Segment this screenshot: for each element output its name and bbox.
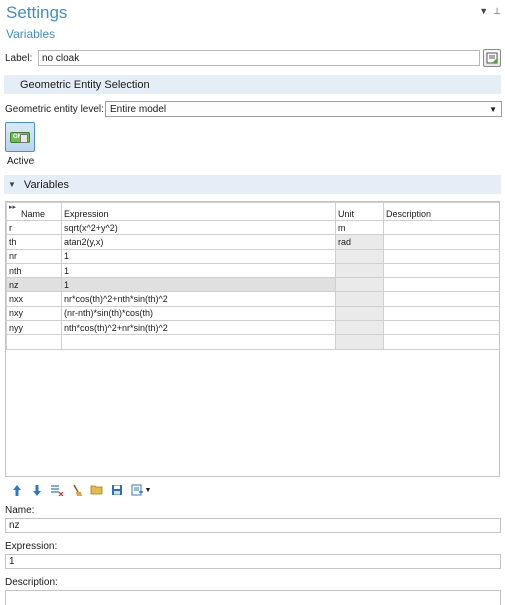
cell-unit (335, 248, 384, 264)
geometric-level-row: Geometric entity level: Entire model ▼ (5, 101, 502, 117)
expression-field-label: Expression: (5, 541, 58, 552)
clear-table-icon[interactable] (70, 483, 84, 497)
open-folder-icon[interactable] (90, 483, 104, 497)
table-row[interactable]: nxx nr*cos(th)^2+nth*sin(th)^2 (6, 291, 499, 307)
cell-unit: m (335, 219, 384, 236)
cell-name[interactable]: nz (6, 277, 62, 293)
cell-expression[interactable]: nr*cos(th)^2+nth*sin(th)^2 (61, 291, 336, 307)
variables-table: ▸▸ Name Expression Unit Description r sq… (5, 201, 500, 477)
label-row: Label: (5, 50, 480, 66)
cell-description[interactable] (383, 320, 499, 336)
cell-name[interactable]: nyy (6, 320, 62, 336)
edit-label-icon (486, 52, 498, 64)
cell-name[interactable]: nxy (6, 305, 62, 322)
cell-unit (335, 277, 384, 293)
cell-name[interactable]: nth (6, 262, 62, 279)
cell-expression[interactable]: atan2(y,x) (61, 234, 336, 250)
table-row[interactable]: r sqrt(x^2+y^2) m (6, 219, 499, 236)
geometric-entity-selection-header[interactable]: Geometric Entity Selection (4, 75, 501, 94)
cell-unit (335, 262, 384, 279)
table-row[interactable]: nth 1 (6, 262, 499, 279)
column-header-unit[interactable]: Unit (335, 202, 384, 221)
cell-expression[interactable]: sqrt(x^2+y^2) (61, 219, 336, 236)
expression-field[interactable]: 1 (5, 554, 501, 569)
window-controls: ▼ ⊥ (479, 6, 501, 17)
table-row[interactable]: nr 1 (6, 248, 499, 264)
name-field-label: Name: (5, 505, 35, 516)
cell-description[interactable] (383, 291, 499, 307)
label-field-label: Label: (5, 52, 33, 64)
table-toolbar: ▼ (10, 483, 152, 497)
cell-unit (335, 334, 384, 350)
geometric-level-label: Geometric entity level: (5, 103, 104, 115)
cell-name[interactable]: nr (6, 248, 62, 264)
cell-description[interactable] (383, 234, 499, 250)
geometric-level-select[interactable]: Entire model ▼ (105, 101, 502, 117)
cell-description[interactable] (383, 248, 499, 264)
column-header-expression[interactable]: Expression (61, 202, 336, 221)
delete-rows-icon[interactable] (50, 483, 64, 497)
cell-expression[interactable]: nth*cos(th)^2+nr*sin(th)^2 (61, 320, 336, 336)
variables-section-header[interactable]: ▼ Variables (4, 175, 501, 194)
cell-name[interactable]: nxx (6, 291, 62, 307)
table-row-selected[interactable]: nz 1 (6, 277, 499, 293)
chevron-down-icon: ▼ (144, 486, 152, 494)
cell-unit: rad (335, 234, 384, 250)
cell-unit (335, 320, 384, 336)
table-header-row: ▸▸ Name Expression Unit Description (6, 202, 499, 221)
geometric-section-title: Geometric Entity Selection (20, 78, 150, 91)
settings-title: Settings (6, 3, 68, 22)
active-label: Active (7, 156, 35, 167)
cell-unit (335, 305, 384, 322)
save-icon[interactable] (110, 483, 124, 497)
description-field-label: Description: (5, 577, 58, 588)
chevron-down-icon[interactable]: ▼ (479, 6, 488, 17)
cell-description[interactable] (383, 219, 499, 236)
cell-expression[interactable] (61, 334, 336, 350)
geometric-level-value: Entire model (110, 103, 167, 115)
collapse-triangle-icon: ▼ (8, 180, 16, 189)
expand-columns-icon[interactable]: ▸▸ (9, 204, 16, 211)
column-header-description[interactable]: Description (383, 202, 499, 221)
cell-name[interactable]: th (6, 234, 62, 250)
import-menu-icon[interactable]: ▼ (130, 483, 152, 497)
cell-expression[interactable]: 1 (61, 262, 336, 279)
variables-section-title: Variables (23, 178, 69, 191)
toggle-text: ON (13, 134, 22, 140)
column-header-name[interactable]: ▸▸ Name (6, 202, 62, 221)
table-row[interactable]: th atan2(y,x) rad (6, 234, 499, 250)
cell-name[interactable]: r (6, 219, 62, 236)
description-field[interactable] (5, 590, 501, 605)
toggle-on-icon: ON (10, 131, 30, 143)
cell-name[interactable] (6, 334, 62, 350)
cell-expression[interactable]: 1 (61, 277, 336, 293)
cell-expression[interactable]: 1 (61, 248, 336, 264)
cell-description[interactable] (383, 334, 499, 350)
pin-icon[interactable]: ⊥ (493, 6, 501, 17)
move-down-icon[interactable] (30, 483, 44, 497)
move-up-icon[interactable] (10, 483, 24, 497)
name-field[interactable]: nz (5, 518, 501, 533)
table-row[interactable]: nxy (nr-nth)*sin(th)*cos(th) (6, 305, 499, 322)
active-toggle-button[interactable]: ON (5, 122, 35, 152)
chevron-down-icon: ▼ (489, 104, 497, 114)
label-action-button[interactable] (483, 49, 501, 67)
table-row-empty[interactable] (6, 334, 499, 350)
label-input[interactable] (38, 50, 480, 66)
table-row[interactable]: nyy nth*cos(th)^2+nr*sin(th)^2 (6, 320, 499, 336)
cell-description[interactable] (383, 277, 499, 293)
cell-description[interactable] (383, 262, 499, 279)
cell-unit (335, 291, 384, 307)
settings-subtitle: Variables (6, 27, 56, 41)
cell-description[interactable] (383, 305, 499, 322)
cell-expression[interactable]: (nr-nth)*sin(th)*cos(th) (61, 305, 336, 322)
